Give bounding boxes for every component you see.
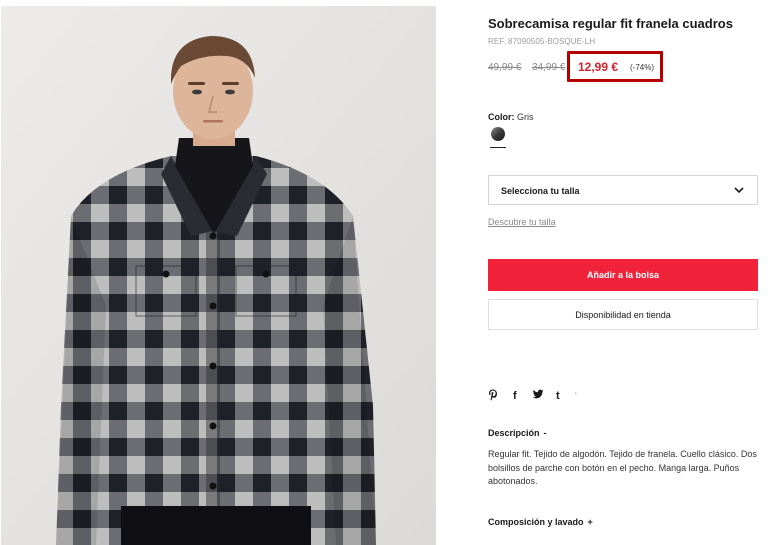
current-price: 12,99 € — [578, 60, 619, 74]
size-select[interactable]: Selecciona tu talla — [488, 175, 758, 205]
product-reference: REF. 87090505-BOSQUE-LH — [488, 37, 596, 46]
previous-price: 34,99 € — [532, 62, 566, 73]
twitter-icon[interactable] — [532, 389, 544, 404]
composition-title: Composición y lavado — [488, 517, 584, 527]
size-guide-link[interactable]: Descubre tu talla — [488, 217, 556, 227]
composition-section-header[interactable]: Composición y lavado + — [488, 517, 593, 527]
pinterest-icon[interactable] — [488, 389, 498, 405]
facebook-icon[interactable]: f — [513, 389, 517, 403]
description-title: Descripción — [488, 428, 540, 438]
product-image[interactable] — [1, 6, 436, 545]
chevron-down-icon — [734, 187, 744, 194]
color-swatch-gris[interactable] — [491, 127, 505, 141]
store-availability-button[interactable]: Disponibilidad en tienda — [488, 299, 758, 330]
size-select-label: Selecciona tu talla — [501, 186, 580, 196]
color-label: Color: Gris — [488, 112, 534, 122]
collapse-icon: - — [543, 428, 547, 438]
current-price-highlight: 12,99 € (-74%) — [567, 51, 663, 82]
color-value: Gris — [517, 112, 534, 122]
more-share-icon[interactable]: ' — [575, 389, 577, 403]
original-price: 49,99 € — [488, 62, 522, 73]
selected-swatch-indicator — [490, 147, 506, 148]
expand-icon: + — [587, 517, 593, 527]
add-to-bag-button[interactable]: Añadir a la bolsa — [488, 259, 758, 291]
description-section-header[interactable]: Descripción - — [488, 428, 547, 438]
tumblr-icon[interactable]: t — [556, 389, 560, 403]
discount-badge: (-74%) — [630, 63, 655, 72]
description-text: Regular fit. Tejido de algodón. Tejido d… — [488, 449, 757, 486]
product-title: Sobrecamisa regular fit franela cuadros — [488, 16, 733, 31]
color-label-key: Color: — [488, 112, 515, 122]
